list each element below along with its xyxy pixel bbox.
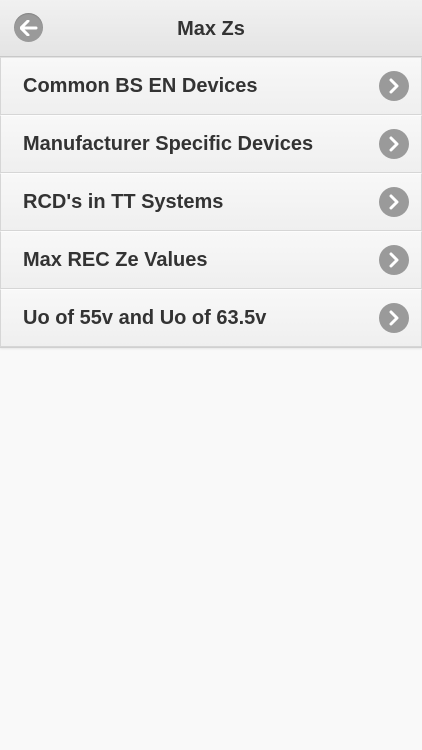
list-item-max-rec-ze-values[interactable]: Max REC Ze Values bbox=[0, 231, 422, 289]
menu-list: Common BS EN Devices Manufacturer Specif… bbox=[0, 57, 422, 348]
chevron-right-icon bbox=[379, 245, 409, 275]
chevron-right-icon bbox=[379, 303, 409, 333]
list-item-uo-55v-63v[interactable]: Uo of 55v and Uo of 63.5v bbox=[0, 289, 422, 347]
arrow-left-icon bbox=[19, 19, 38, 36]
list-item-label: Manufacturer Specific Devices bbox=[23, 133, 314, 155]
chevron-right-icon bbox=[379, 187, 409, 217]
header-bar: Max Zs bbox=[0, 0, 422, 57]
list-item-manufacturer-specific-devices[interactable]: Manufacturer Specific Devices bbox=[0, 115, 422, 173]
chevron-right-icon bbox=[379, 129, 409, 159]
list-item-label: Common BS EN Devices bbox=[23, 75, 258, 97]
list-item-label: Max REC Ze Values bbox=[23, 249, 208, 271]
page-title: Max Zs bbox=[177, 18, 245, 40]
chevron-right-icon bbox=[379, 71, 409, 101]
app-screen: Max Zs Common BS EN Devices Manufacturer… bbox=[0, 0, 422, 750]
list-item-rcds-in-tt-systems[interactable]: RCD's in TT Systems bbox=[0, 173, 422, 231]
back-button[interactable] bbox=[14, 13, 43, 42]
list-item-common-bs-en-devices[interactable]: Common BS EN Devices bbox=[0, 57, 422, 115]
list-item-label: Uo of 55v and Uo of 63.5v bbox=[23, 307, 267, 329]
list-item-label: RCD's in TT Systems bbox=[23, 191, 224, 213]
